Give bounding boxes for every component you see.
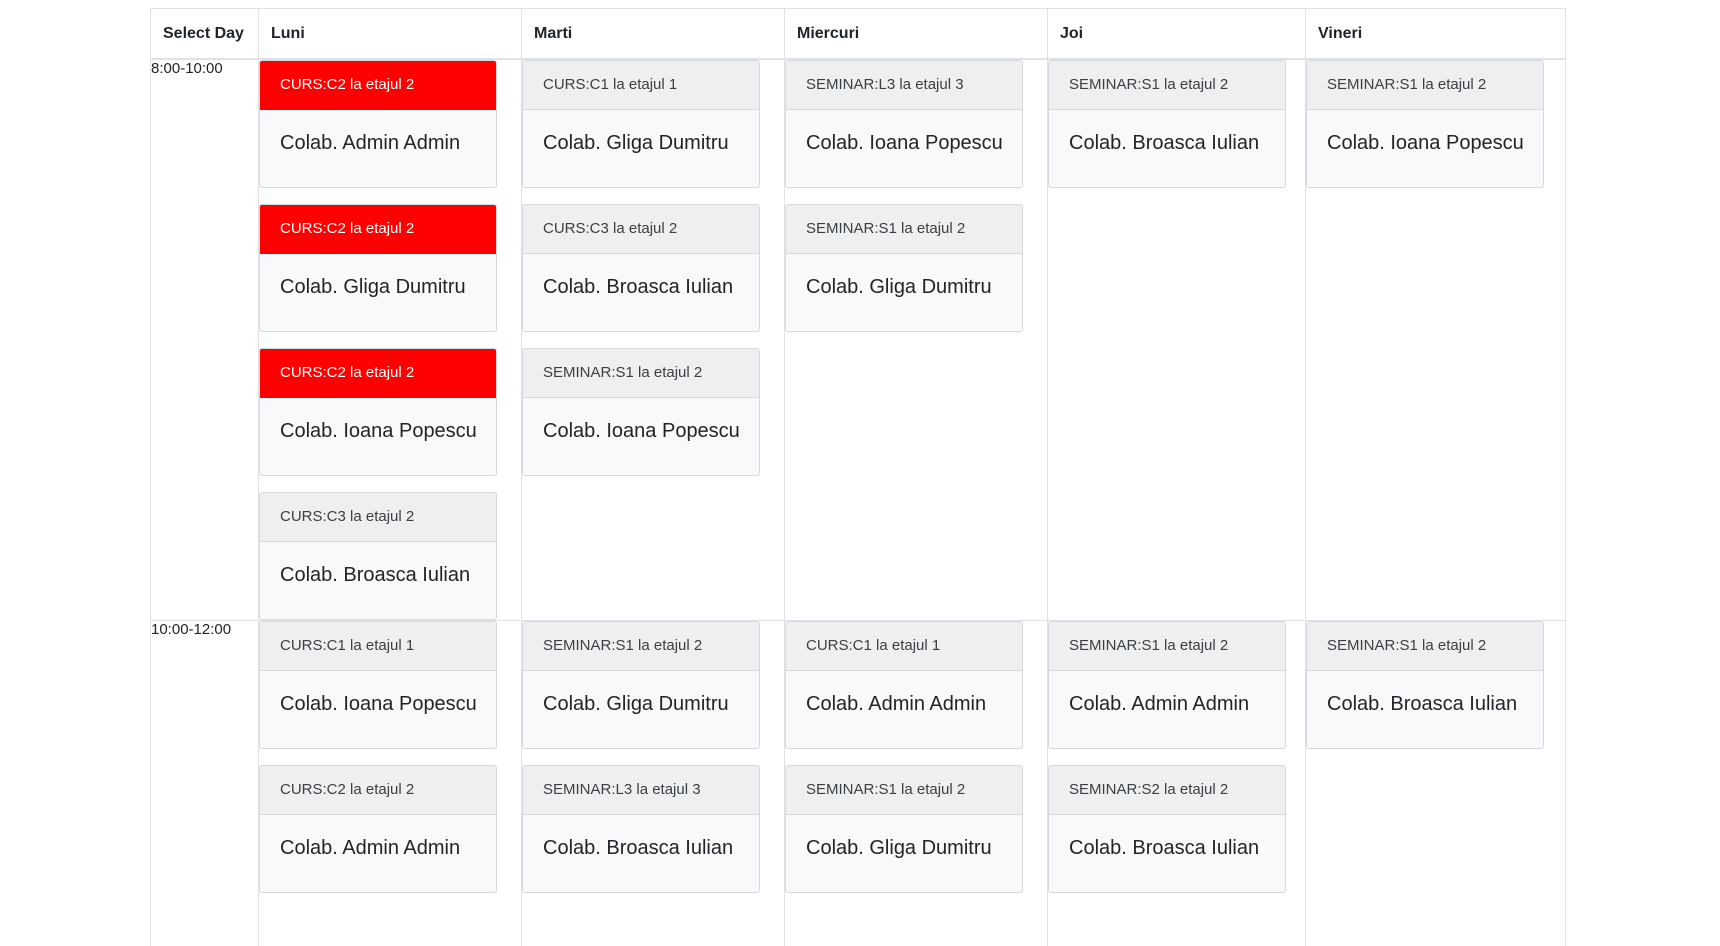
day-header-vineri: Vineri (1305, 8, 1566, 60)
class-card-teacher: Colab. Admin Admin (1069, 693, 1250, 715)
day-cell: SEMINAR:S1 la etajul 2 Colab. Broasca Iul… (1305, 620, 1566, 946)
class-card[interactable]: CURS:C3 la etajul 2 Colab. Broasca Iulian (259, 492, 497, 620)
class-card-header: CURS:C2 la etajul 2 (260, 349, 496, 398)
schedule-table: Select Day Luni Marti Miercuri Joi Viner… (150, 8, 1566, 946)
class-card[interactable]: SEMINAR:S1 la etajul 2 Colab. Ioana Popes… (522, 348, 760, 476)
class-card-header: SEMINAR:S1 la etajul 2 (523, 349, 759, 398)
day-cell: SEMINAR:S1 la etajul 2 Colab. Admin Admin… (1047, 620, 1306, 946)
class-card-header: CURS:C1 la etajul 1 (786, 622, 1022, 671)
class-card-header: CURS:C2 la etajul 2 (260, 766, 496, 815)
class-card[interactable]: SEMINAR:S1 la etajul 2 Colab. Broasca Iul… (1306, 621, 1544, 749)
class-card[interactable]: SEMINAR:L3 la etajul 3 Colab. Broasca Iul… (522, 765, 760, 893)
day-cell: CURS:C2 la etajul 2 Colab. Admin Admin CUR… (258, 58, 522, 621)
class-card-header: CURS:C1 la etajul 1 (523, 61, 759, 110)
class-card-header: SEMINAR:S1 la etajul 2 (1307, 61, 1543, 110)
class-card-header: SEMINAR:S1 la etajul 2 (1049, 622, 1285, 671)
day-cell: SEMINAR:S1 la etajul 2 Colab. Gliga Dumit… (521, 620, 785, 946)
class-card[interactable]: CURS:C1 la etajul 1 Colab. Admin Admin (785, 621, 1023, 749)
class-card-teacher: Colab. Ioana Popescu (280, 420, 477, 442)
class-card-teacher: Colab. Broasca Iulian (543, 276, 734, 298)
schedule-header: Select Day Luni Marti Miercuri Joi Viner… (150, 8, 1566, 60)
class-card-header: CURS:C2 la etajul 2 (260, 205, 496, 254)
time-row: 10:00-12:00 CURS:C1 la etajul 1 Colab. Io… (150, 620, 1566, 946)
class-card-teacher: Colab. Broasca Iulian (543, 837, 734, 859)
class-card[interactable]: SEMINAR:S1 la etajul 2 Colab. Broasca Iul… (1048, 60, 1286, 188)
class-card-teacher: Colab. Admin Admin (806, 693, 987, 715)
day-cell: CURS:C1 la etajul 1 Colab. Gliga Dumitru C… (521, 58, 785, 621)
class-card-header: CURS:C3 la etajul 2 (523, 205, 759, 254)
class-card[interactable]: CURS:C2 la etajul 2 Colab. Admin Admin (259, 765, 497, 893)
class-card-teacher: Colab. Admin Admin (280, 837, 461, 859)
schedule-page: Select Day Luni Marti Miercuri Joi Viner… (0, 0, 1720, 946)
class-card-teacher: Colab. Gliga Dumitru (806, 837, 992, 859)
day-cell: SEMINAR:S1 la etajul 2 Colab. Broasca Iul… (1047, 58, 1306, 621)
day-header-luni: Luni (258, 8, 522, 60)
class-card[interactable]: SEMINAR:S1 la etajul 2 Colab. Gliga Dumit… (785, 204, 1023, 332)
class-card-teacher: Colab. Gliga Dumitru (543, 132, 729, 154)
time-row: 8:00-10:00 CURS:C2 la etajul 2 Colab. Adm… (150, 58, 1566, 621)
day-header-miercuri: Miercuri (784, 8, 1048, 60)
class-card-teacher: Colab. Broasca Iulian (1069, 132, 1260, 154)
class-card-teacher: Colab. Ioana Popescu (543, 420, 740, 442)
class-card[interactable]: SEMINAR:S1 la etajul 2 Colab. Admin Admin (1048, 621, 1286, 749)
class-card-header: SEMINAR:S1 la etajul 2 (1049, 61, 1285, 110)
class-card-header: CURS:C3 la etajul 2 (260, 493, 496, 542)
class-card-teacher: Colab. Admin Admin (280, 132, 461, 154)
class-card-header: SEMINAR:S2 la etajul 2 (1049, 766, 1285, 815)
class-card-teacher: Colab. Broasca Iulian (280, 564, 471, 586)
class-card-teacher: Colab. Broasca Iulian (1327, 693, 1518, 715)
class-card-header: SEMINAR:L3 la etajul 3 (786, 61, 1022, 110)
class-card-header: CURS:C2 la etajul 2 (260, 61, 496, 110)
day-cell: SEMINAR:L3 la etajul 3 Colab. Ioana Popes… (784, 58, 1048, 621)
day-cell: CURS:C1 la etajul 1 Colab. Admin Admin SEM… (784, 620, 1048, 946)
class-card-header: SEMINAR:S1 la etajul 2 (786, 766, 1022, 815)
class-card[interactable]: CURS:C3 la etajul 2 Colab. Broasca Iulian (522, 204, 760, 332)
class-card-header: CURS:C1 la etajul 1 (260, 622, 496, 671)
day-header-marti: Marti (521, 8, 785, 60)
class-card-header: SEMINAR:L3 la etajul 3 (523, 766, 759, 815)
class-card-teacher: Colab. Gliga Dumitru (280, 276, 466, 298)
class-card[interactable]: SEMINAR:L3 la etajul 3 Colab. Ioana Popes… (785, 60, 1023, 188)
class-card-header: SEMINAR:S1 la etajul 2 (786, 205, 1022, 254)
class-card-teacher: Colab. Broasca Iulian (1069, 837, 1260, 859)
day-cell: SEMINAR:S1 la etajul 2 Colab. Ioana Popes… (1305, 58, 1566, 621)
class-card[interactable]: CURS:C2 la etajul 2 Colab. Ioana Popescu (259, 348, 497, 476)
class-card-teacher: Colab. Ioana Popescu (1327, 132, 1524, 154)
time-slot-label: 10:00-12:00 (150, 620, 259, 946)
class-card[interactable]: CURS:C2 la etajul 2 Colab. Admin Admin (259, 60, 497, 188)
class-card[interactable]: CURS:C1 la etajul 1 Colab. Gliga Dumitru (522, 60, 760, 188)
day-header-joi: Joi (1047, 8, 1306, 60)
select-day-header[interactable]: Select Day (150, 8, 259, 60)
class-card-teacher: Colab. Ioana Popescu (280, 693, 477, 715)
class-card-header: SEMINAR:S1 la etajul 2 (523, 622, 759, 671)
class-card[interactable]: CURS:C2 la etajul 2 Colab. Gliga Dumitru (259, 204, 497, 332)
class-card[interactable]: SEMINAR:S2 la etajul 2 Colab. Broasca Iul… (1048, 765, 1286, 893)
time-slot-label: 8:00-10:00 (150, 58, 259, 621)
class-card[interactable]: SEMINAR:S1 la etajul 2 Colab. Gliga Dumit… (522, 621, 760, 749)
day-cell: CURS:C1 la etajul 1 Colab. Ioana Popescu C… (258, 620, 522, 946)
class-card-teacher: Colab. Gliga Dumitru (806, 276, 992, 298)
schedule-body: 8:00-10:00 CURS:C2 la etajul 2 Colab. Adm… (150, 58, 1566, 946)
class-card-header: SEMINAR:S1 la etajul 2 (1307, 622, 1543, 671)
class-card[interactable]: CURS:C1 la etajul 1 Colab. Ioana Popescu (259, 621, 497, 749)
class-card-teacher: Colab. Gliga Dumitru (543, 693, 729, 715)
class-card[interactable]: SEMINAR:S1 la etajul 2 Colab. Gliga Dumit… (785, 765, 1023, 893)
class-card-teacher: Colab. Ioana Popescu (806, 132, 1003, 154)
class-card[interactable]: SEMINAR:S1 la etajul 2 Colab. Ioana Popes… (1306, 60, 1544, 188)
